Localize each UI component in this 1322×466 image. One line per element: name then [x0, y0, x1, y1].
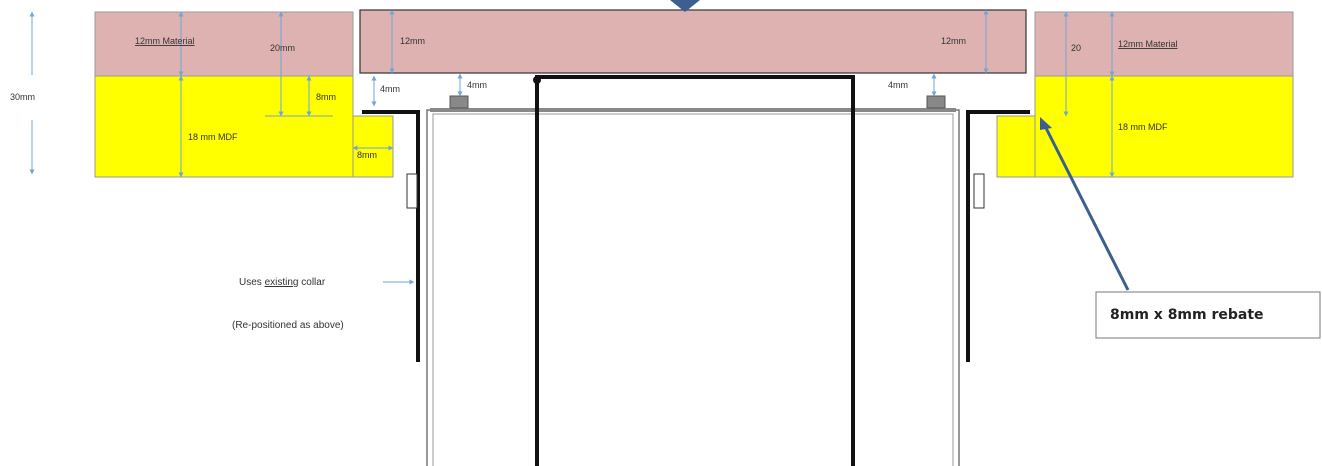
housing-inner [432, 113, 954, 466]
center-left-label: 12mm [400, 36, 425, 46]
left-material-panel [94, 11, 354, 77]
left-total-label: 20mm [270, 43, 295, 53]
left-mdf-label: 18 mm MDF [188, 132, 238, 142]
center-gap-left-label: 4mm [467, 80, 487, 90]
right-mdf-label: 18 mm MDF [1118, 122, 1168, 132]
left-gap-label: 4mm [380, 84, 400, 94]
left-rebate-width-label: 8mm [357, 150, 377, 160]
center-gap-right-label: 4mm [888, 80, 908, 90]
collar-note-line1: Uses existing collar [239, 277, 326, 288]
left-fixing-block [449, 95, 469, 109]
lid-frame-pivot [533, 76, 541, 84]
rebate-diagram: 30mm 12mm Material 20mm 8mm 18 mm MDF 8m… [10, 0, 1321, 466]
center-material-panel [359, 9, 1027, 74]
overall-height-label: 30mm [10, 92, 35, 102]
left-mdf-rebate [352, 115, 394, 178]
right-material-label: 12mm Material [1118, 39, 1178, 49]
center-right-label: 12mm [941, 36, 966, 46]
rebate-callout-label: 8mm x 8mm rebate [1110, 307, 1264, 323]
right-mdf-rebate [996, 115, 1036, 178]
right-total-label: 20 [1071, 43, 1081, 53]
right-fixing-block [926, 95, 946, 109]
left-collar-clip [406, 173, 418, 209]
left-material-label: 12mm Material [135, 36, 195, 46]
right-collar-clip [973, 173, 985, 209]
left-mdf-panel [94, 75, 354, 178]
collar-note-line2: (Re-positioned as above) [232, 320, 344, 331]
left-rebate-depth-label: 8mm [316, 92, 336, 102]
